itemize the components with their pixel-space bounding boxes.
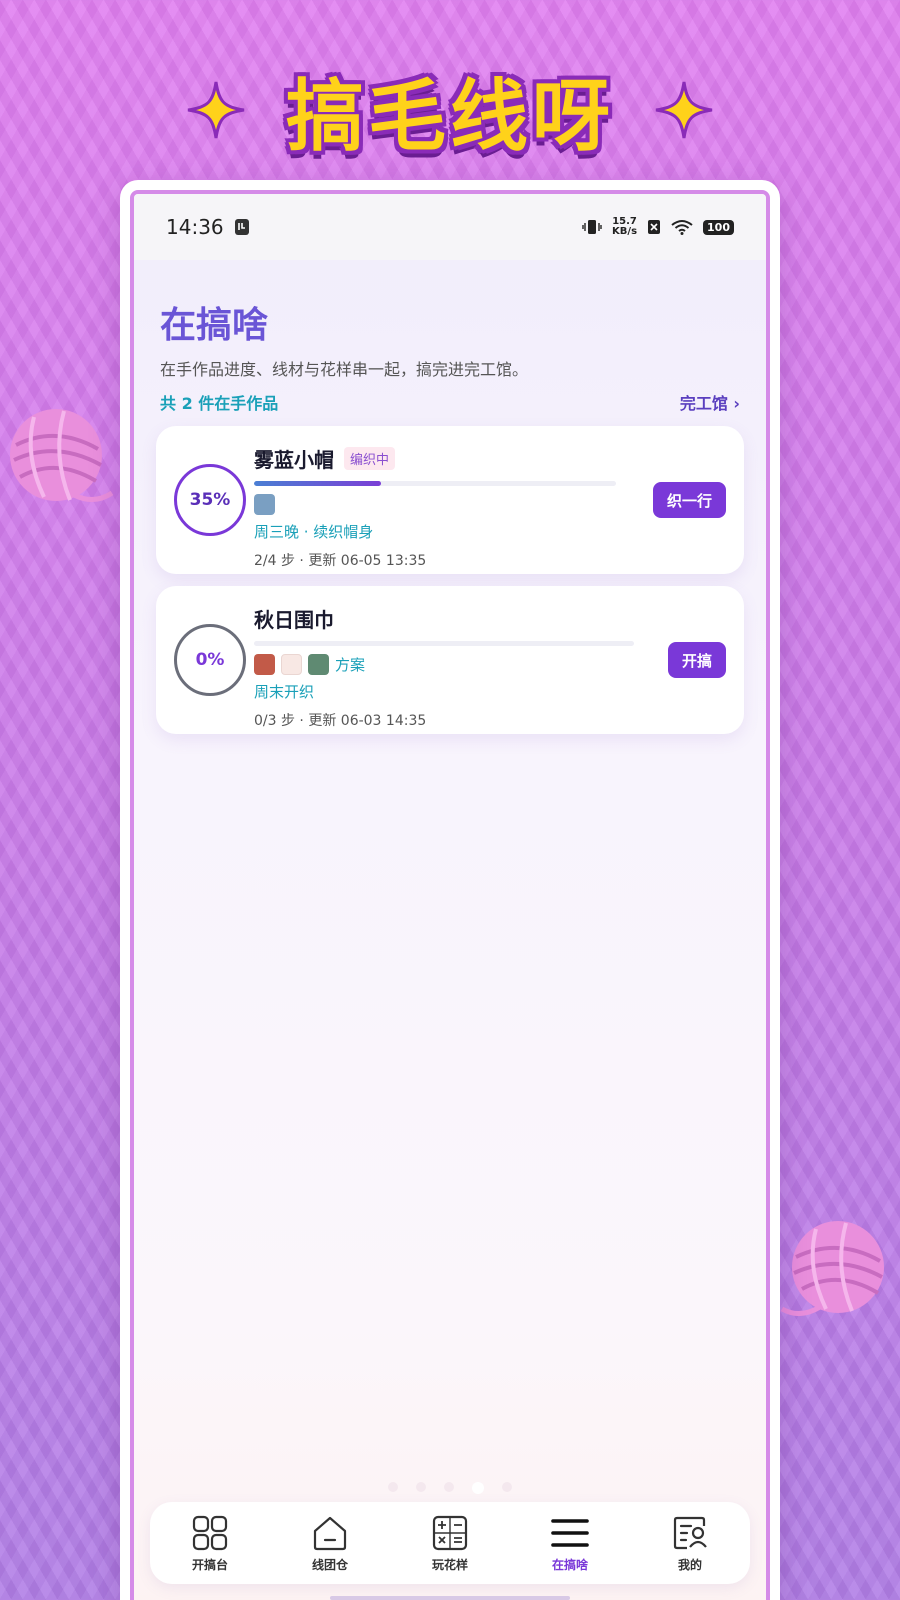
page-dot (502, 1482, 512, 1492)
card-title-row: 雾蓝小帽 编织中 (254, 444, 726, 473)
calculator-icon (432, 1515, 468, 1550)
progress-label: 35% (189, 490, 231, 510)
knit-row-button[interactable]: 织一行 (652, 482, 726, 518)
grid-icon (192, 1515, 228, 1550)
card-title-row: 秋日围巾 (254, 604, 726, 633)
plan-label: 方案 (335, 656, 366, 674)
page-dot (388, 1482, 398, 1492)
header-row: 共 2 件在手作品 完工馆 › (160, 390, 740, 414)
net-speed-unit: KB/s (612, 226, 638, 237)
project-plan: 周三晚 · 续织帽身 (254, 523, 374, 541)
page-dots (134, 1482, 766, 1494)
home-indicator (330, 1596, 570, 1600)
yarn-swatch (308, 654, 329, 675)
notification-icon (234, 219, 249, 235)
sparkle-icon (187, 81, 245, 139)
status-time-group: 14:36 (166, 215, 250, 239)
phone-frame: 14:36 15.7 KB/s 100 在搞啥 在手作品进度、线材与花样串一起，… (120, 180, 780, 1600)
menu-icon (551, 1518, 589, 1547)
sparkle-icon (655, 81, 713, 139)
progress-ring: 35% (174, 464, 246, 536)
banner-title: 搞毛线呀 (285, 72, 614, 162)
tab-label: 我的 (677, 1557, 702, 1572)
project-name: 秋日围巾 (254, 608, 334, 632)
bottom-tab-bar: 开搞台 线团仓 玩花样 在搞啥 我的 (150, 1502, 750, 1584)
tab-label: 线团仓 (311, 1557, 348, 1572)
project-meta: 0/3 步 · 更新 06-03 14:35 (254, 713, 427, 729)
progress-bar (254, 641, 634, 646)
project-meta: 2/4 步 · 更新 06-05 13:35 (254, 553, 427, 569)
app-screen: 14:36 15.7 KB/s 100 在搞啥 在手作品进度、线材与花样串一起，… (130, 190, 770, 1600)
app-banner: 搞毛线呀 (0, 55, 900, 165)
battery-indicator: 100 (703, 219, 734, 235)
yarn-ball-icon (780, 1221, 884, 1316)
page-subtitle: 在手作品进度、线材与花样串一起，搞完进完工馆。 (160, 360, 529, 379)
project-card[interactable]: 0% 秋日围巾 方案 周末开织 0/3 步 · 更新 06-03 14:35 开… (156, 586, 744, 734)
net-speed: 15.7 KB/s (612, 217, 637, 237)
status-time: 14:36 (166, 215, 224, 239)
page-dot (416, 1482, 426, 1492)
gallery-link[interactable]: 完工馆 › (680, 390, 740, 414)
tab-profile[interactable]: 我的 (630, 1514, 750, 1573)
page-title: 在搞啥 (160, 305, 269, 346)
project-count: 共 2 件在手作品 (160, 394, 279, 413)
page-dot-active (472, 1482, 484, 1494)
project-name: 雾蓝小帽 (254, 448, 334, 472)
status-icons: 15.7 KB/s 100 (582, 217, 734, 237)
yarn-swatch (254, 654, 275, 675)
yarn-swatch (281, 654, 302, 675)
page-header: 在搞啥 在手作品进度、线材与花样串一起，搞完进完工馆。 共 2 件在手作品 完工… (134, 260, 766, 414)
wifi-icon (671, 220, 693, 235)
yarn-swatches: 方案 (254, 654, 726, 675)
yarn-swatch (254, 494, 275, 515)
progress-bar (254, 481, 616, 486)
progress-label: 0% (195, 650, 225, 670)
tab-label: 玩花样 (431, 1557, 468, 1572)
project-card[interactable]: 35% 雾蓝小帽 编织中 周三晚 · 续织帽身 2/4 步 · 更新 06-05… (156, 426, 744, 574)
profile-card-icon (673, 1516, 707, 1549)
tab-in-progress[interactable]: 在搞啥 (510, 1514, 630, 1573)
status-bar: 14:36 15.7 KB/s 100 (134, 194, 766, 260)
progress-ring: 0% (174, 624, 246, 696)
vibrate-icon (582, 220, 602, 234)
status-badge: 编织中 (344, 447, 396, 470)
tab-label: 开搞台 (191, 1557, 228, 1572)
project-plan: 周末开织 (254, 683, 315, 701)
tab-yarn-stash[interactable]: 线团仓 (270, 1514, 390, 1573)
project-list: 35% 雾蓝小帽 编织中 周三晚 · 续织帽身 2/4 步 · 更新 06-05… (134, 414, 766, 734)
sim-off-icon (648, 220, 661, 234)
progress-bar-fill (254, 481, 381, 486)
yarn-ball-icon (10, 409, 114, 502)
tab-label: 在搞啥 (551, 1557, 588, 1572)
tab-patterns[interactable]: 玩花样 (390, 1514, 510, 1573)
start-button[interactable]: 开搞 (667, 642, 726, 678)
page-dot (444, 1482, 454, 1492)
home-icon (313, 1516, 347, 1550)
tab-workbench[interactable]: 开搞台 (150, 1514, 270, 1573)
